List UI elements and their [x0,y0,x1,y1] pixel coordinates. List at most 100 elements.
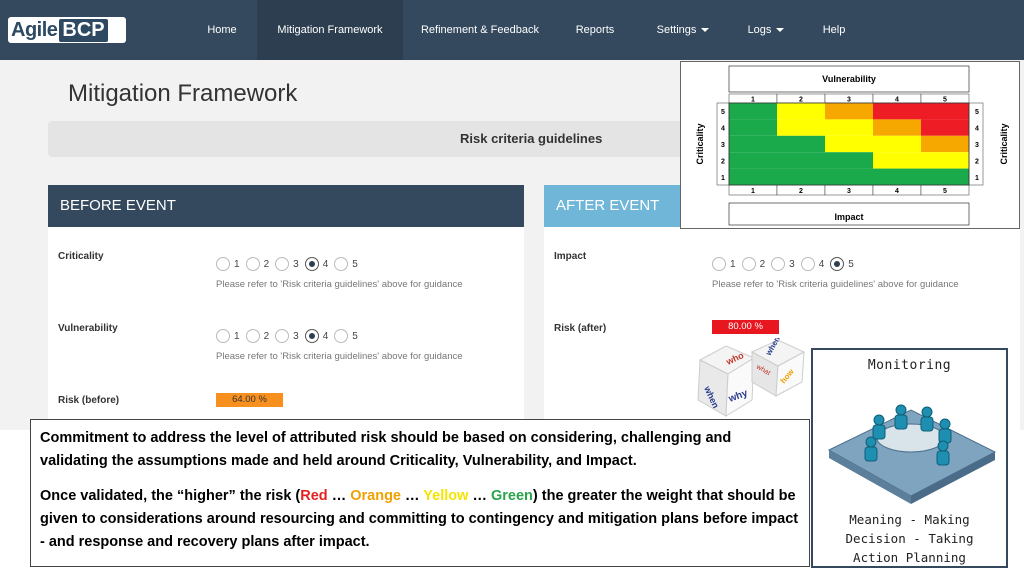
top-navbar: Agile BCP Home Mitigation Framework Refi… [0,0,1024,60]
matrix-row-number: 5 [975,109,979,116]
risk-criteria-guidelines-bar[interactable]: Risk criteria guidelines [48,121,748,157]
callout-paragraph-2: Once validated, the “higher” the risk (R… [40,485,800,554]
matrix-row-number: 1 [975,175,979,182]
matrix-col-number: 5 [943,97,947,104]
impact-radio-label: 2 [759,258,766,270]
vulnerability-radio-label: 1 [234,330,240,342]
vulnerability-radio-1[interactable] [216,329,230,343]
criticality-radio-label: 1 [234,258,240,270]
impact-label: Impact [554,251,587,262]
matrix-cell [729,135,777,153]
matrix-cell [825,168,873,185]
matrix-cell [825,103,873,120]
matrix-cell [873,152,921,169]
caret-down-icon [776,28,785,33]
matrix-cell [921,103,969,120]
risk-before-badge: 64.00 % [216,393,283,407]
matrix-cell [873,135,921,153]
matrix-title: Vulnerability [822,74,876,84]
criticality-radio-3[interactable] [275,257,290,271]
matrix-row-number: 5 [721,109,725,116]
vulnerability-radio-label: 4 [322,330,329,342]
vulnerability-radio-5[interactable] [334,329,349,343]
nav-mitigation-framework[interactable]: Mitigation Framework [257,0,403,60]
monitoring-caption: Meaning - Making Decision - Taking Actio… [813,510,1006,567]
matrix-cell [921,152,969,169]
nav-logs[interactable]: Logs [736,0,796,60]
matrix-cell [825,119,873,136]
impact-radio-5[interactable] [830,257,845,271]
nav-help[interactable]: Help [812,0,856,60]
matrix-cell [777,103,825,120]
logo-text-agile: Agile [11,18,58,41]
nav-reports[interactable]: Reports [562,0,628,60]
matrix-bottom-label: Impact [834,212,863,222]
matrix-cell [825,152,873,169]
dice-right: when what how [750,338,806,397]
nav-settings[interactable]: Settings [644,0,722,60]
matrix-cell [777,168,825,185]
matrix-row-number: 4 [721,126,725,133]
impact-radio-1[interactable] [712,257,726,271]
criticality-radio-5[interactable] [334,257,349,271]
matrix-row-number: 2 [975,158,979,165]
impact-radio-group: 1 2 3 4 5 [712,257,860,271]
criticality-radio-4[interactable] [304,257,319,271]
vulnerability-radio-3[interactable] [275,329,290,343]
impact-radio-3[interactable] [771,257,786,271]
matrix-row-number: 4 [975,126,979,133]
impact-radio-label: 4 [818,258,825,270]
monitoring-line-2: Decision - Taking [845,531,974,546]
callout-orange-word: Orange [350,488,401,504]
nav-home[interactable]: Home [190,0,254,60]
matrix-col-number: 3 [847,188,851,195]
nav-settings-label: Settings [656,24,697,36]
impact-radio-label: 1 [730,258,736,270]
matrix-side-label-right: Criticality [999,123,1009,164]
matrix-cell [825,135,873,153]
matrix-col-number: 1 [751,97,755,104]
callout-text: Once validated, the “higher” the risk ( [40,488,301,504]
matrix-cell [729,103,777,120]
before-event-header: BEFORE EVENT [48,185,524,227]
impact-radio-4[interactable] [800,257,815,271]
guidelines-label: Risk criteria guidelines [460,131,603,146]
agilebcp-logo[interactable]: Agile BCP [8,17,126,43]
criticality-radio-label: 3 [293,258,299,270]
criticality-radio-1[interactable] [216,257,230,271]
callout-yellow-word: Yellow [423,488,469,504]
impact-radio-label: 5 [848,258,854,270]
vulnerability-radio-4[interactable] [304,329,319,343]
callout-paragraph-1: Commitment to address the level of attri… [40,430,732,469]
matrix-col-number: 5 [943,188,947,195]
nav-refinement-feedback[interactable]: Refinement & Feedback [410,0,550,60]
callout-green-word: Green [491,488,533,504]
callout-sep: … [327,488,351,504]
matrix-cell [921,135,969,153]
impact-hint: Please refer to 'Risk criteria guideline… [712,279,959,290]
criticality-radio-2[interactable] [245,257,260,271]
matrix-cell [729,168,777,185]
monitoring-line-3: Action Planning [853,550,966,565]
matrix-cell [777,152,825,169]
matrix-row-number: 1 [721,175,725,182]
criticality-radio-label: 5 [352,258,358,270]
vulnerability-radio-label: 5 [352,330,358,342]
matrix-col-number: 2 [799,97,803,104]
matrix-cell [777,135,825,153]
question-dice-image: who when why when what how [697,338,806,417]
monitoring-title: Monitoring [867,358,952,373]
dice-left: who when why [697,345,756,417]
commitment-callout: Commitment to address the level of attri… [30,419,810,567]
logo-text-bcp: BCP [59,18,108,42]
impact-radio-2[interactable] [741,257,756,271]
callout-red-word: Red [300,488,328,504]
matrix-row-number: 2 [721,158,725,165]
impact-radio-label: 3 [789,258,795,270]
matrix-row-number: 3 [975,142,979,149]
criticality-label: Criticality [58,251,104,262]
matrix-cell [777,119,825,136]
vulnerability-radio-2[interactable] [245,329,260,343]
matrix-cell [873,119,921,136]
matrix-row-number: 3 [721,142,725,149]
